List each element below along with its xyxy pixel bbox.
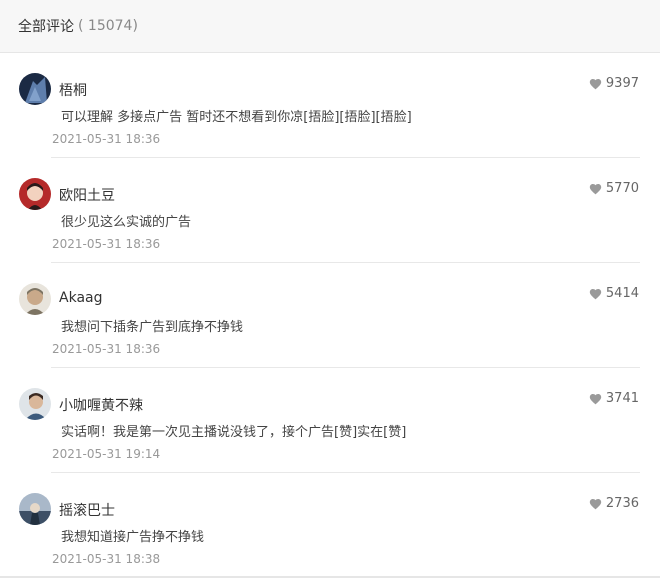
comment-text: 可以理解 多接点广告 暂时还不想看到你凉[捂脸][捂脸][捂脸] (61, 110, 412, 125)
like-button[interactable]: 5414 (589, 286, 639, 301)
like-button[interactable]: 2736 (589, 496, 639, 511)
comment-time: 2021-05-31 19:14 (52, 447, 161, 461)
like-button[interactable]: 9397 (589, 76, 639, 91)
heart-icon (589, 288, 602, 299)
comment-text: 实话啊！我是第一次见主播说没钱了，接个广告[赞]实在[赞] (61, 425, 407, 440)
avatar[interactable] (19, 73, 51, 105)
like-button[interactable]: 3741 (589, 391, 639, 406)
comment-item: 小咖喱黄不辣 实话啊！我是第一次见主播说没钱了，接个广告[赞]实在[赞] 202… (0, 368, 660, 473)
avatar[interactable] (19, 493, 51, 525)
comment-text: 我想问下插条广告到底挣不挣钱 (61, 320, 244, 335)
comment-time: 2021-05-31 18:36 (52, 342, 161, 356)
comment-time: 2021-05-31 18:36 (52, 132, 161, 146)
comments-header: 全部评论 ( 15074) (0, 0, 660, 53)
like-button[interactable]: 5770 (589, 181, 639, 196)
comment-item: 摇滚巴士 我想知道接广告挣不挣钱 2021-05-31 18:38 2736 (0, 473, 660, 578)
heart-icon (589, 78, 602, 89)
avatar[interactable] (19, 388, 51, 420)
comment-item: 梧桐 可以理解 多接点广告 暂时还不想看到你凉[捂脸][捂脸][捂脸] 2021… (0, 53, 660, 158)
username[interactable]: 小咖喱黄不辣 (59, 395, 143, 415)
username[interactable]: 摇滚巴士 (59, 500, 115, 520)
comments-panel: 全部评论 ( 15074) 梧桐 可以理解 多接点广告 暂时还不想看到你凉[捂脸… (0, 0, 660, 578)
username[interactable]: 梧桐 (59, 80, 87, 100)
comments-count: ( 15074) (78, 18, 138, 34)
comment-time: 2021-05-31 18:38 (52, 552, 161, 566)
comment-item: Akaag 我想问下插条广告到底挣不挣钱 2021-05-31 18:36 54… (0, 263, 660, 368)
avatar-shape (30, 503, 40, 513)
like-count: 9397 (605, 76, 639, 91)
like-count: 3741 (605, 391, 639, 406)
comments-title: 全部评论 (18, 19, 74, 35)
like-count: 5770 (605, 181, 639, 196)
comment-text: 我想知道接广告挣不挣钱 (61, 530, 205, 545)
heart-icon (589, 183, 602, 194)
username[interactable]: 欧阳土豆 (59, 185, 115, 205)
heart-icon (589, 393, 602, 404)
username[interactable]: Akaag (59, 290, 102, 306)
comment-text: 很少见这么实诚的广告 (61, 215, 192, 230)
avatar[interactable] (19, 178, 51, 210)
comment-list: 梧桐 可以理解 多接点广告 暂时还不想看到你凉[捂脸][捂脸][捂脸] 2021… (0, 53, 660, 578)
comment-item: 欧阳土豆 很少见这么实诚的广告 2021-05-31 18:36 5770 (0, 158, 660, 263)
avatar[interactable] (19, 283, 51, 315)
like-count: 2736 (605, 496, 639, 511)
like-count: 5414 (605, 286, 639, 301)
comment-time: 2021-05-31 18:36 (52, 237, 161, 251)
heart-icon (589, 498, 602, 509)
